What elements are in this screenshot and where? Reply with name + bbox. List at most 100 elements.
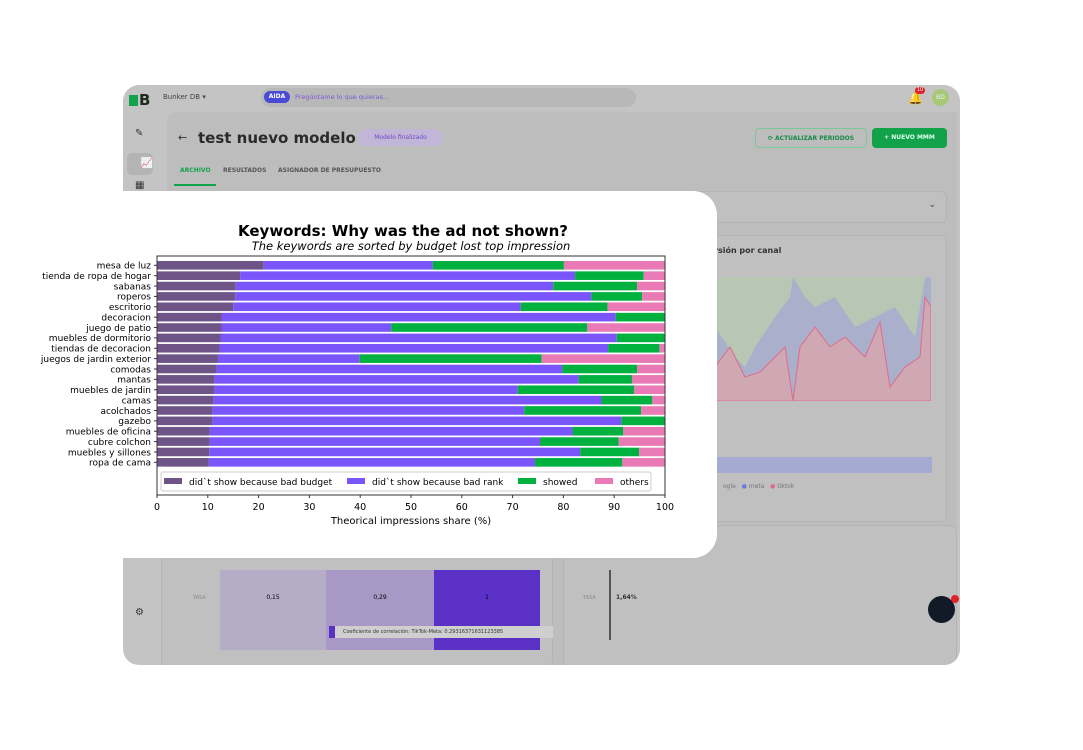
bar-segment-3 (639, 447, 665, 457)
bar-segment-2 (520, 302, 608, 312)
bar-segment-0 (157, 364, 217, 374)
bar-segment-0 (157, 458, 209, 467)
bar-segment-0 (157, 343, 220, 353)
bar-segment-3 (563, 261, 665, 270)
bar-segment-2 (391, 323, 588, 332)
bar-segment-3 (623, 426, 665, 436)
bar-segment-1 (217, 354, 360, 363)
bar-segment-1 (209, 447, 581, 457)
keywords-chart: Keywords: Why was the ad not shown? The … (40, 222, 674, 527)
x-tick-label: 90 (608, 502, 620, 513)
bar-segment-0 (157, 406, 213, 415)
bar-segment-1 (214, 375, 579, 384)
category-label: decoracion (101, 313, 151, 323)
bar-segment-1 (233, 302, 521, 312)
bar-segment-3 (652, 395, 665, 405)
bar-segment-2 (615, 312, 665, 322)
bar-segment-0 (157, 312, 222, 322)
bar-segment-0 (157, 271, 241, 280)
category-label: muebles de oficina (66, 428, 151, 438)
category-label: muebles y sillones (68, 448, 151, 458)
bar-segment-0 (157, 416, 213, 426)
category-label: sabanas (114, 282, 152, 292)
category-label: roperos (117, 293, 151, 303)
chart-title: Keywords: Why was the ad not shown? (238, 222, 568, 240)
x-tick-label: 100 (656, 502, 674, 513)
bar-segment-0 (157, 375, 215, 384)
bar-segment-2 (524, 406, 642, 415)
bar-segment-2 (580, 447, 640, 457)
category-label: acolchados (100, 407, 151, 417)
bar-segment-2 (540, 437, 619, 446)
bar-segment-3 (622, 458, 665, 467)
legend-swatch (164, 478, 182, 484)
category-label: mantas (117, 376, 151, 386)
bar-segment-0 (157, 261, 264, 270)
chart-subtitle: The keywords are sorted by budget lost t… (252, 239, 571, 253)
bar-segment-0 (157, 302, 234, 312)
category-label: muebles de dormitorio (49, 334, 152, 344)
bar-segment-2 (578, 375, 632, 384)
legend-label: others (620, 478, 649, 488)
bar-segment-3 (541, 354, 665, 363)
legend-swatch (595, 478, 613, 484)
bar-segment-1 (235, 292, 592, 301)
bar-segment-0 (157, 323, 222, 332)
legend-label: showed (543, 478, 578, 488)
bar-segment-0 (157, 447, 210, 457)
x-tick-label: 20 (253, 502, 265, 513)
category-label: camas (122, 396, 152, 406)
bar-segment-1 (240, 271, 576, 280)
category-label: ropa de cama (89, 459, 151, 469)
bar-segment-2 (601, 395, 653, 405)
bar-segment-2 (591, 292, 643, 301)
bar-segment-1 (221, 312, 616, 322)
bar-segment-3 (587, 323, 665, 332)
bar-segment-1 (221, 323, 392, 332)
x-tick-label: 80 (557, 502, 569, 513)
bar-segment-2 (621, 416, 665, 426)
bar-segment-3 (631, 375, 665, 384)
bar-segment-2 (359, 354, 542, 363)
category-label: comodas (110, 365, 151, 375)
bar-segment-3 (637, 281, 665, 291)
bar-segment-1 (219, 343, 609, 353)
bar-segment-3 (607, 302, 665, 312)
bar-segment-2 (572, 426, 624, 436)
bar-segment-0 (157, 395, 214, 405)
category-label: tienda de ropa de hogar (42, 272, 151, 282)
bar-segment-2 (616, 333, 665, 343)
bar-segment-0 (157, 426, 210, 436)
legend-label: did`t show because bad rank (372, 477, 504, 488)
bar-segment-2 (608, 343, 660, 353)
category-label: juegos de jardin exterior (40, 355, 151, 365)
bar-segment-3 (642, 292, 665, 301)
category-label: gazebo (118, 417, 151, 427)
bar-segment-2 (534, 458, 623, 467)
x-tick-label: 40 (354, 502, 366, 513)
bar-segment-1 (235, 281, 554, 291)
category-label: mesa de luz (97, 262, 152, 272)
bar-segment-3 (641, 406, 665, 415)
bar-segment-1 (213, 395, 602, 405)
bar-segment-0 (157, 354, 218, 363)
legend-swatch (347, 478, 365, 484)
legend-label: did`t show because bad budget (189, 477, 333, 488)
bar-segment-1 (216, 364, 563, 374)
legend-swatch (518, 478, 536, 484)
x-tick-label: 0 (154, 502, 160, 513)
bar-segment-1 (209, 437, 541, 446)
category-label: tiendas de decoracion (51, 345, 151, 355)
bar-segment-1 (212, 406, 525, 415)
bar-segment-2 (553, 281, 638, 291)
x-tick-label: 70 (507, 502, 519, 513)
bar-segment-1 (220, 333, 617, 343)
bar-segment-3 (637, 364, 665, 374)
bar-segment-3 (634, 385, 665, 395)
bar-segment-2 (432, 261, 564, 270)
bar-segment-2 (517, 385, 635, 395)
bar-segment-0 (157, 333, 221, 343)
bar-segment-1 (263, 261, 433, 270)
x-axis-label: Theorical impressions share (%) (330, 516, 491, 527)
x-tick-label: 10 (202, 502, 214, 513)
